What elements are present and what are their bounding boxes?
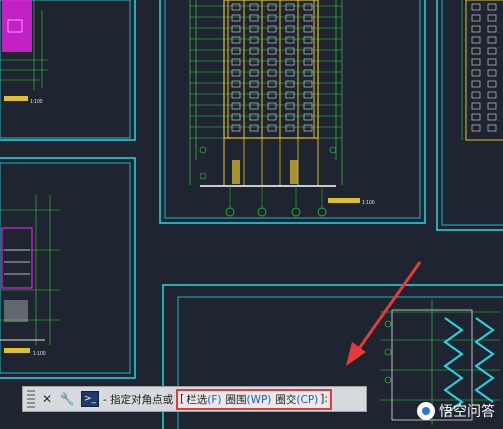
caption-bar xyxy=(328,198,360,203)
terminal-icon: >_ xyxy=(81,391,99,407)
option-key: (CP) xyxy=(296,393,319,406)
drawing-fragment-top-left xyxy=(0,0,48,101)
sheet-frame-top-right xyxy=(436,0,503,231)
option-label: 圈交 xyxy=(275,393,297,406)
floor-plan-fragment xyxy=(0,195,60,353)
option-crossing-polygon[interactable]: 圈交(CP) xyxy=(275,392,318,407)
sheet-frame-top-center xyxy=(159,0,426,224)
scale-label-2: 1:100 xyxy=(362,200,375,206)
floor-plan-caption: 1:100 xyxy=(33,351,46,357)
prompt-text: - 指定对角点或 xyxy=(103,393,174,406)
command-prompt: >_ - 指定对角点或 xyxy=(81,391,173,407)
wukong-logo-icon xyxy=(417,402,435,420)
scale-label-1: 1:100 xyxy=(30,99,43,105)
drawing-fragment-top-right xyxy=(461,0,503,141)
option-label: 栏选 xyxy=(186,393,208,406)
building-elevation xyxy=(189,0,343,217)
watermark-text: 悟空问答 xyxy=(439,404,495,420)
option-key: (WP) xyxy=(246,393,272,406)
sheet-frame-bottom-left xyxy=(0,157,136,379)
cad-drawing-canvas[interactable]: 1:100 1:100 1:100 xyxy=(0,0,503,429)
open-bracket: [ xyxy=(180,393,185,405)
annotation-arrow xyxy=(346,261,422,366)
option-key: (F) xyxy=(207,393,222,406)
option-fence-select[interactable]: 栏选(F) xyxy=(186,392,221,407)
close-bracket: ]: xyxy=(320,393,328,405)
wrench-icon[interactable]: 🔧 xyxy=(59,390,75,408)
command-line[interactable]: ✕ 🔧 >_ - 指定对角点或 [ 栏选(F) 圈围(WP) 圈交(CP) ]: xyxy=(22,386,367,412)
command-options: [ 栏选(F) 圈围(WP) 圈交(CP) ]: xyxy=(176,388,332,410)
option-label: 圈围 xyxy=(225,393,247,406)
option-window-polygon[interactable]: 圈围(WP) xyxy=(225,392,271,407)
close-icon[interactable]: ✕ xyxy=(39,390,55,408)
drag-handle[interactable] xyxy=(27,390,35,408)
watermark: 悟空问答 xyxy=(417,401,495,421)
